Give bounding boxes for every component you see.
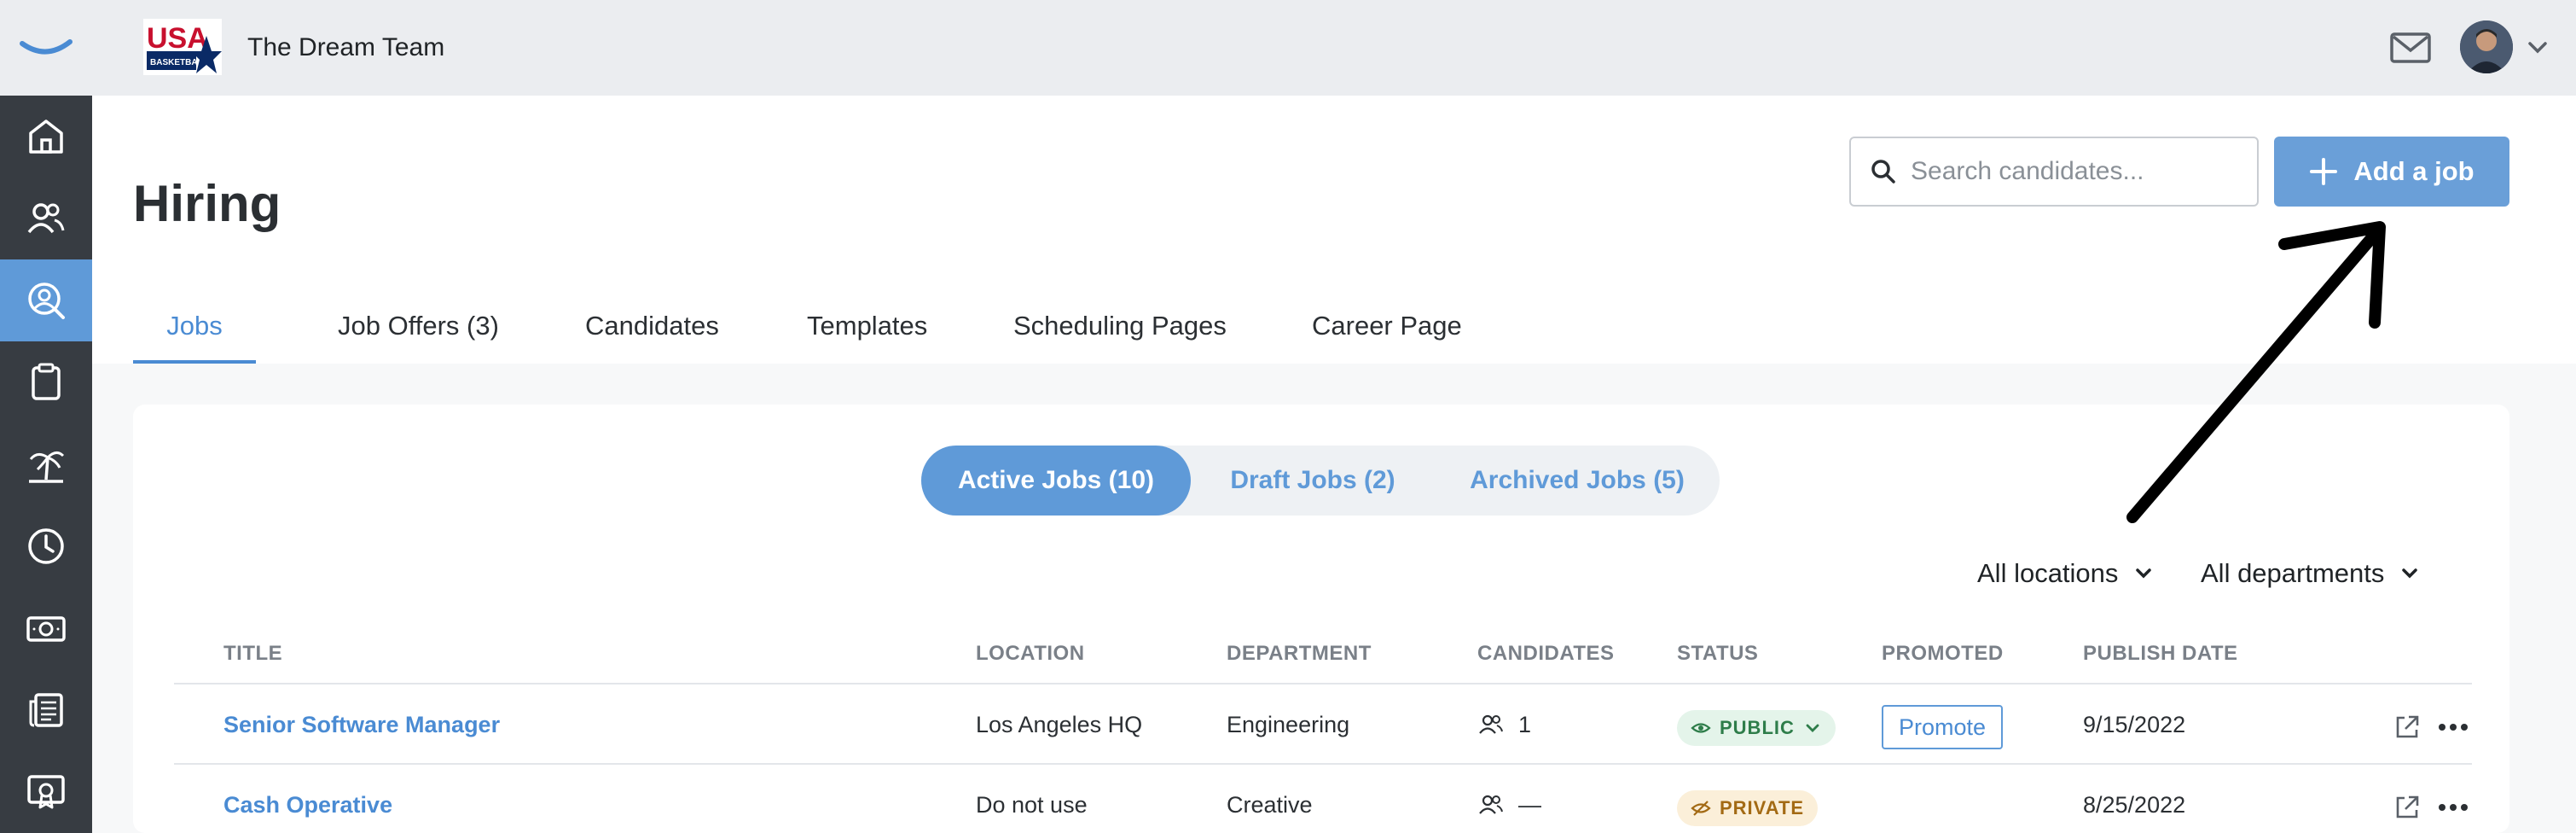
job-status-filter: Active Jobs (10) Draft Jobs (2) Archived… xyxy=(921,446,1720,516)
chevron-down-icon[interactable] xyxy=(2525,36,2550,58)
sidebar-item-time-off[interactable] xyxy=(0,423,92,505)
chevron-down-icon xyxy=(2399,565,2420,582)
promote-button[interactable]: Promote xyxy=(1882,705,2004,749)
main-content: Hiring Add a job Jobs Job Offers (3) Can… xyxy=(92,96,2576,833)
certificate-icon xyxy=(24,770,68,814)
status-label: PRIVATE xyxy=(1720,797,1805,818)
sidebar-item-news[interactable] xyxy=(0,669,92,751)
tab-jobs[interactable]: Jobs xyxy=(133,288,256,364)
job-publish-date: 9/15/2022 xyxy=(2083,712,2186,737)
column-header-publish-date[interactable]: PUBLISH DATE xyxy=(2083,637,2238,671)
people-icon xyxy=(1477,793,1505,817)
sidebar-item-payroll[interactable] xyxy=(0,587,92,669)
job-department: Creative xyxy=(1227,792,1313,818)
filter-active-jobs[interactable]: Active Jobs (10) xyxy=(921,446,1191,516)
eye-off-icon xyxy=(1691,800,1711,817)
search-input[interactable] xyxy=(1911,157,2235,186)
open-external-icon[interactable] xyxy=(2390,710,2424,744)
job-publish-date: 8/25/2022 xyxy=(2083,792,2186,818)
people-icon xyxy=(24,196,68,241)
sidebar-item-tasks[interactable] xyxy=(0,341,92,423)
location-dropdown-label: All locations xyxy=(1977,558,2119,588)
hiring-search-icon xyxy=(24,278,68,323)
filter-draft-jobs[interactable]: Draft Jobs (2) xyxy=(1191,446,1435,516)
tab-career-page[interactable]: Career Page xyxy=(1312,288,1462,364)
sidebar xyxy=(0,96,92,833)
sidebar-item-training[interactable] xyxy=(0,751,92,833)
team-logo-text: USA xyxy=(147,22,208,55)
table-row[interactable]: Senior Software Manager Los Angeles HQ E… xyxy=(174,683,2472,763)
annotation-arrow xyxy=(2122,207,2412,531)
add-job-label: Add a job xyxy=(2353,156,2474,186)
mail-icon[interactable] xyxy=(2388,27,2433,68)
page-title: Hiring xyxy=(133,175,281,232)
tab-templates[interactable]: Templates xyxy=(807,288,927,364)
team-name: The Dream Team xyxy=(247,33,445,61)
tab-candidates[interactable]: Candidates xyxy=(585,288,719,364)
more-options-icon[interactable] xyxy=(2436,790,2470,824)
clipboard-icon xyxy=(24,360,68,405)
sidebar-item-home[interactable] xyxy=(0,96,92,178)
job-location: Do not use xyxy=(976,792,1088,818)
job-department: Engineering xyxy=(1227,712,1350,737)
time-off-island-icon xyxy=(24,442,68,486)
job-candidates[interactable]: — xyxy=(1477,785,1541,824)
column-header-status[interactable]: STATUS xyxy=(1677,637,1758,671)
candidates-count: 1 xyxy=(1518,712,1532,737)
sidebar-item-time-tracking[interactable] xyxy=(0,505,92,587)
candidates-count: — xyxy=(1518,792,1541,818)
job-title-link[interactable]: Senior Software Manager xyxy=(223,705,500,744)
team-logo: USA BASKETBALL xyxy=(143,19,222,75)
smile-logo-icon xyxy=(19,35,73,61)
column-header-department[interactable]: DEPARTMENT xyxy=(1227,637,1372,671)
eye-icon xyxy=(1691,720,1711,736)
job-title-link[interactable]: Cash Operative xyxy=(223,785,392,824)
open-external-icon[interactable] xyxy=(2390,790,2424,824)
payroll-money-icon xyxy=(24,606,68,650)
clock-icon xyxy=(24,524,68,568)
top-bar: USA BASKETBALL The Dream Team xyxy=(0,0,2576,96)
location-dropdown[interactable]: All locations xyxy=(1977,553,2154,594)
search-box[interactable] xyxy=(1849,137,2259,207)
people-icon xyxy=(1477,713,1505,737)
filter-archived-jobs[interactable]: Archived Jobs (5) xyxy=(1435,446,1720,516)
table-row[interactable]: Cash Operative Do not use Creative — PRI… xyxy=(174,763,2472,833)
status-label: PUBLIC xyxy=(1720,717,1795,738)
department-dropdown-label: All departments xyxy=(2201,558,2385,588)
tab-job-offers[interactable]: Job Offers (3) xyxy=(338,288,499,364)
news-icon xyxy=(24,688,68,732)
plus-icon xyxy=(2309,157,2338,186)
sidebar-item-hiring[interactable] xyxy=(0,259,92,341)
chevron-down-icon xyxy=(1803,720,1822,736)
more-options-icon[interactable] xyxy=(2436,710,2470,744)
column-header-promoted[interactable]: PROMOTED xyxy=(1882,637,2004,671)
search-icon xyxy=(1870,158,1897,185)
sidebar-item-people[interactable] xyxy=(0,178,92,259)
job-candidates[interactable]: 1 xyxy=(1477,705,1531,744)
tab-scheduling-pages[interactable]: Scheduling Pages xyxy=(1013,288,1227,364)
column-header-title[interactable]: TITLE xyxy=(223,637,282,671)
status-badge[interactable]: PUBLIC xyxy=(1677,710,1836,746)
home-icon xyxy=(24,114,68,159)
job-location: Los Angeles HQ xyxy=(976,712,1143,737)
column-header-candidates[interactable]: CANDIDATES xyxy=(1477,637,1615,671)
status-badge[interactable]: PRIVATE xyxy=(1677,790,1819,826)
user-avatar[interactable] xyxy=(2460,20,2513,73)
app-logo[interactable] xyxy=(0,0,92,96)
department-dropdown[interactable]: All departments xyxy=(2201,553,2420,594)
column-header-location[interactable]: LOCATION xyxy=(976,637,1085,671)
add-job-button[interactable]: Add a job xyxy=(2274,137,2509,207)
chevron-down-icon xyxy=(2133,565,2154,582)
